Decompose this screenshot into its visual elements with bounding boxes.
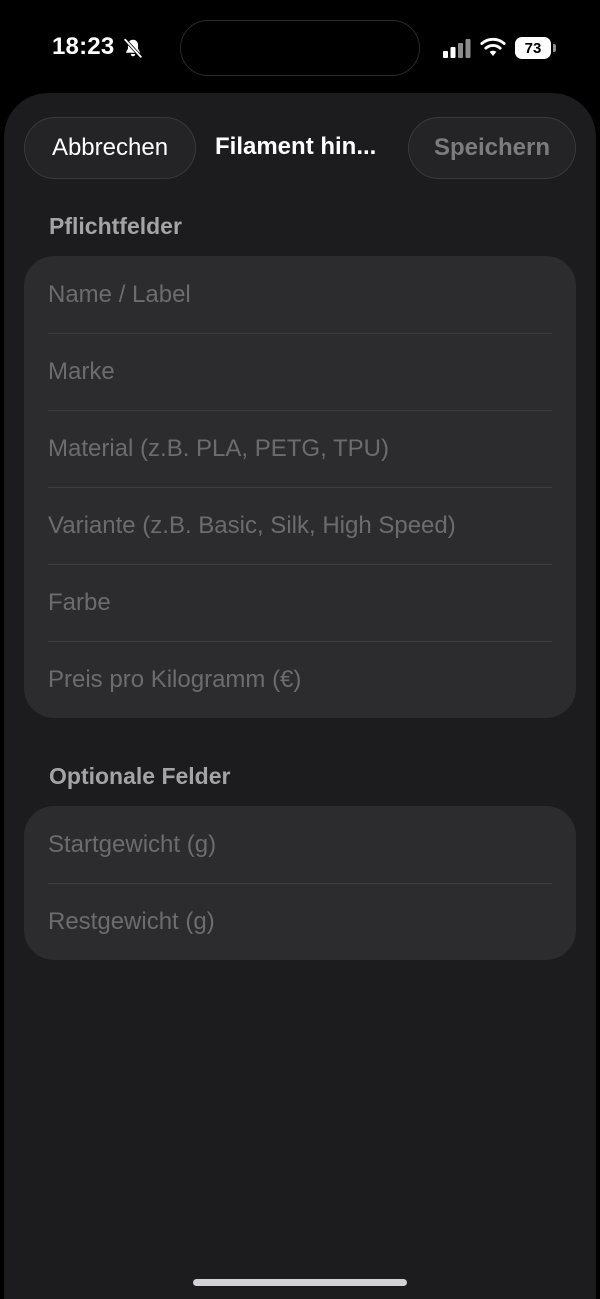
status-time: 18:23 — [52, 33, 115, 60]
field-row-brand — [24, 333, 576, 410]
material-input[interactable] — [24, 410, 576, 487]
field-row-remaining-weight — [24, 883, 576, 960]
battery-tip — [553, 44, 556, 52]
field-row-material — [24, 410, 576, 487]
color-input[interactable] — [24, 564, 576, 641]
field-row-name — [24, 256, 576, 333]
brand-input[interactable] — [24, 333, 576, 410]
section-header-required: Pflichtfelder — [49, 213, 182, 239]
cancel-button[interactable]: Abbrechen — [24, 117, 196, 179]
cellular-signal-icon — [443, 39, 471, 58]
battery-level: 73 — [515, 37, 551, 59]
name-label-input[interactable] — [24, 256, 576, 333]
save-button[interactable]: Speichern — [408, 117, 576, 179]
remaining-weight-input[interactable] — [24, 883, 576, 960]
dynamic-island — [180, 20, 420, 76]
field-row-color — [24, 564, 576, 641]
price-per-kg-input[interactable] — [24, 641, 576, 718]
variant-input[interactable] — [24, 487, 576, 564]
status-bar: 18:23 73 — [0, 0, 600, 96]
field-row-variant — [24, 487, 576, 564]
bell-slash-icon — [123, 38, 143, 59]
section-header-optional: Optionale Felder — [49, 763, 231, 789]
wifi-icon — [480, 37, 506, 56]
screen: 18:23 73 Abbrechen Filament hin... Speic… — [0, 0, 600, 1299]
add-filament-sheet: Abbrechen Filament hin... Speichern Pfli… — [4, 93, 596, 1299]
home-indicator[interactable] — [193, 1279, 407, 1286]
required-fields-group — [24, 256, 576, 718]
sheet-title: Filament hin... — [215, 133, 377, 160]
battery-icon: 73 — [515, 37, 557, 59]
optional-fields-group — [24, 806, 576, 960]
field-row-price — [24, 641, 576, 718]
field-row-start-weight — [24, 806, 576, 883]
start-weight-input[interactable] — [24, 806, 576, 883]
